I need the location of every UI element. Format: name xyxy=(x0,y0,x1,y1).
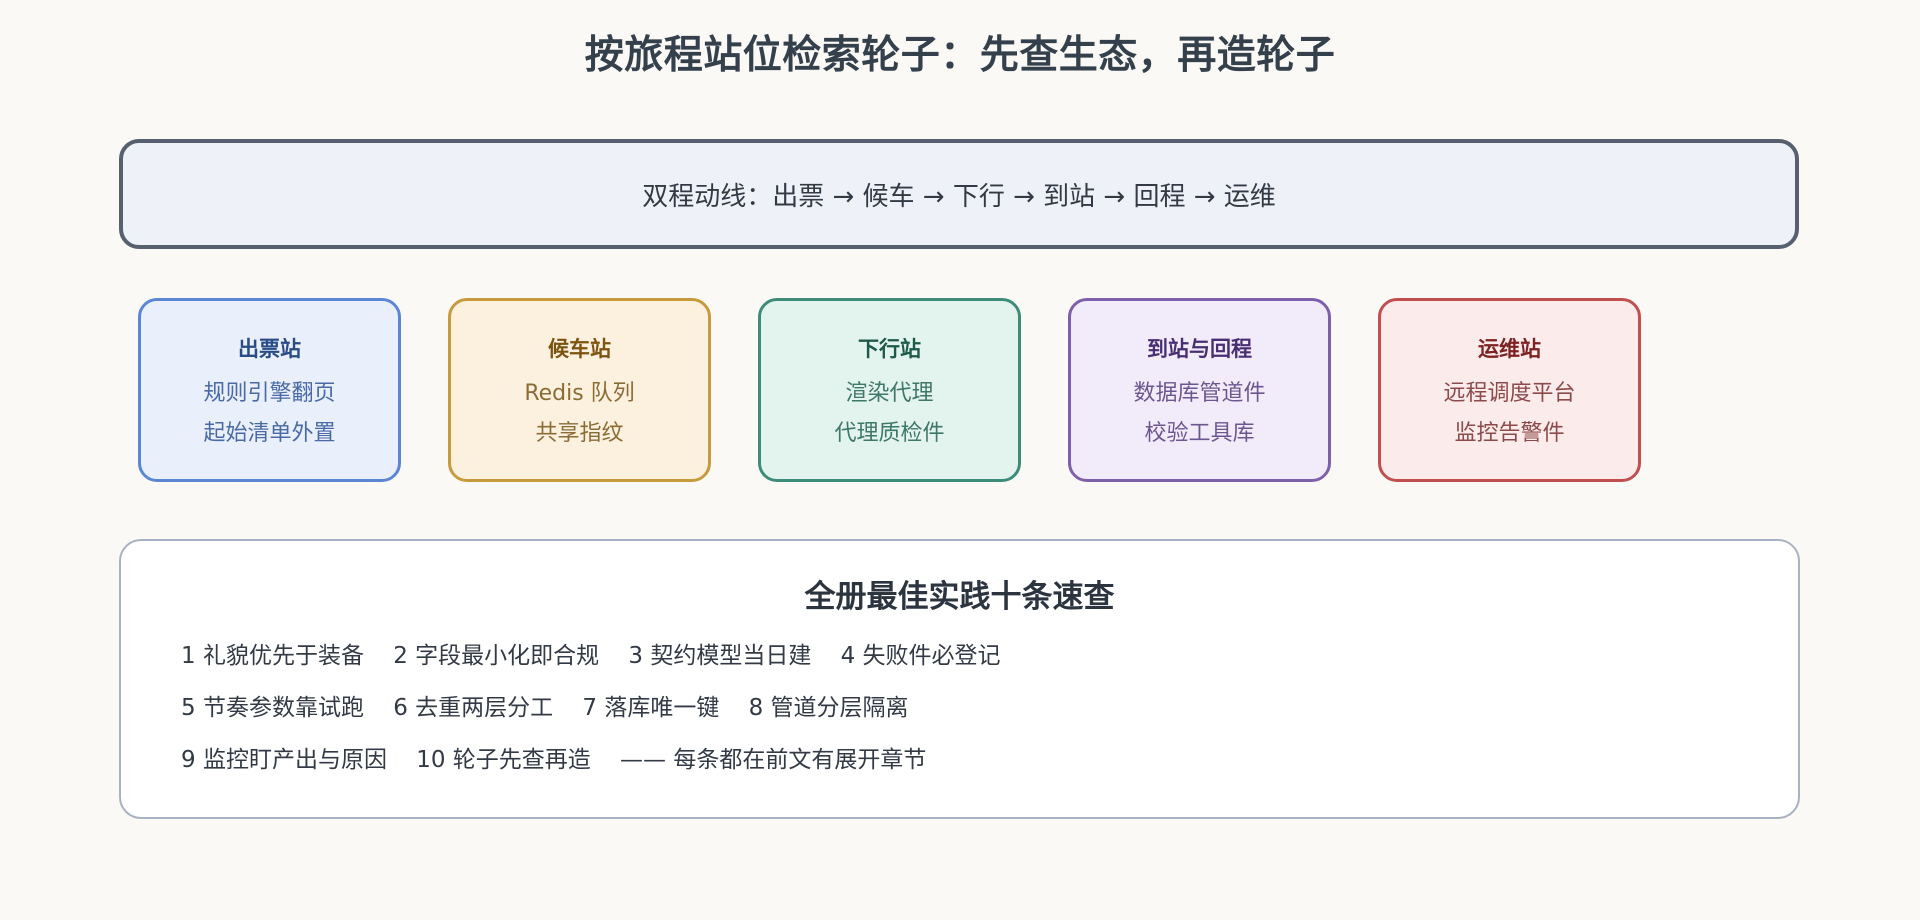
station-item: 共享指纹 xyxy=(535,421,624,446)
station-item: 监控告警件 xyxy=(1454,421,1565,446)
station-item: 规则引擎翻页 xyxy=(203,381,336,406)
station-title: 运维站 xyxy=(1478,337,1541,361)
station-item: 代理质检件 xyxy=(834,421,945,446)
station-operations: 运维站 远程调度平台 监控告警件 xyxy=(1378,298,1641,482)
station-title: 出票站 xyxy=(238,337,301,361)
station-row: 出票站 规则引擎翻页 起始清单外置 候车站 Redis 队列 共享指纹 下行站 … xyxy=(138,298,1698,482)
station-item: 数据库管道件 xyxy=(1133,381,1266,406)
station-item: 起始清单外置 xyxy=(203,421,336,446)
page-title: 按旅程站位检索轮子：先查生态，再造轮子 xyxy=(584,33,1336,78)
station-item: 渲染代理 xyxy=(845,381,934,406)
station-download: 下行站 渲染代理 代理质检件 xyxy=(758,298,1021,482)
best-practices-line: 1 礼貌优先于装备 2 字段最小化即合规 3 契约模型当日建 4 失败件必登记 xyxy=(181,643,1001,669)
best-practices-line: 9 监控盯产出与原因 10 轮子先查再造 —— 每条都在前文有展开章节 xyxy=(181,747,927,773)
best-practices-line: 5 节奏参数靠试跑 6 去重两层分工 7 落库唯一键 8 管道分层隔离 xyxy=(181,695,909,721)
best-practices-panel: 全册最佳实践十条速查 1 礼貌优先于装备 2 字段最小化即合规 3 契约模型当日… xyxy=(119,539,1800,819)
station-ticketing: 出票站 规则引擎翻页 起始清单外置 xyxy=(138,298,401,482)
station-arrival-return: 到站与回程 数据库管道件 校验工具库 xyxy=(1068,298,1331,482)
station-title: 到站与回程 xyxy=(1147,337,1252,361)
station-waiting: 候车站 Redis 队列 共享指纹 xyxy=(448,298,711,482)
station-item: 远程调度平台 xyxy=(1443,381,1576,406)
station-title: 候车站 xyxy=(548,337,611,361)
journey-flow-box: 双程动线：出票 → 候车 → 下行 → 到站 → 回程 → 运维 xyxy=(119,139,1799,249)
station-item: Redis 队列 xyxy=(524,381,635,406)
station-title: 下行站 xyxy=(858,337,921,361)
journey-flow-text: 双程动线：出票 → 候车 → 下行 → 到站 → 回程 → 运维 xyxy=(642,181,1276,212)
diagram-page: 按旅程站位检索轮子：先查生态，再造轮子 双程动线：出票 → 候车 → 下行 → … xyxy=(0,0,1920,920)
best-practices-title: 全册最佳实践十条速查 xyxy=(804,579,1115,615)
station-item: 校验工具库 xyxy=(1144,421,1255,446)
